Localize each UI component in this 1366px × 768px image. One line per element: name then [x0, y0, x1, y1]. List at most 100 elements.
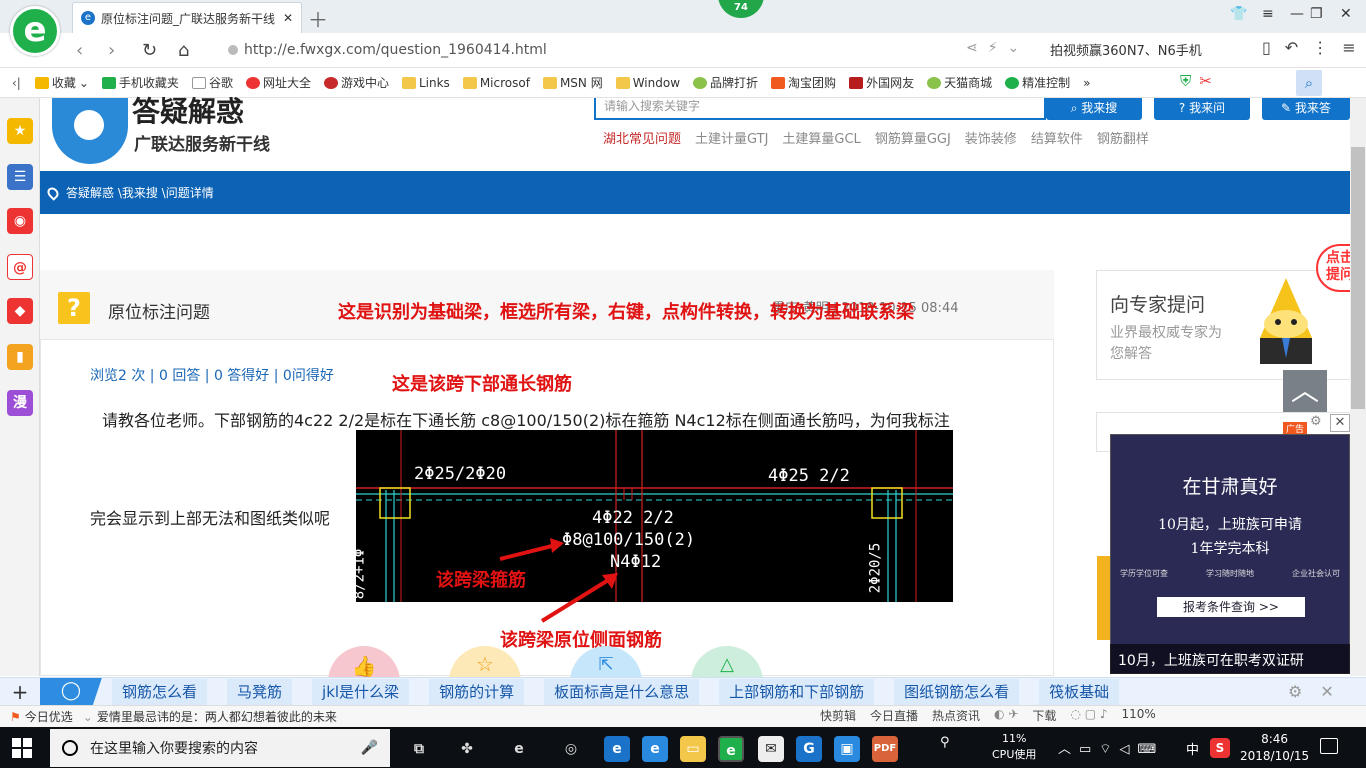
- hotbar-controls[interactable]: ⚙✕: [1288, 682, 1352, 701]
- close-window-icon[interactable]: ✕: [1340, 6, 1352, 22]
- game-controller-icon[interactable]: ◆: [7, 298, 33, 324]
- status-tool-icons-2[interactable]: ◌ ▢ ♪: [1070, 707, 1107, 724]
- collapse-sidebar-icon[interactable]: ‹|: [12, 76, 21, 90]
- forward-icon[interactable]: ›: [108, 40, 115, 61]
- mail-taskbar-icon[interactable]: ✉: [758, 736, 784, 762]
- clock[interactable]: 8:46 2018/10/15: [1240, 731, 1309, 765]
- news-link[interactable]: 热点资讯: [932, 707, 980, 724]
- today-picks[interactable]: ⚑ 今日优选: [10, 708, 73, 725]
- bookmarks-more[interactable]: »: [1083, 76, 1090, 90]
- search-button[interactable]: ⌕ 我来搜: [1046, 98, 1142, 120]
- hot-search-item[interactable]: 板面标高是什么意思: [544, 678, 700, 705]
- bookmark-item[interactable]: 谷歌: [191, 74, 233, 91]
- hot-search-item[interactable]: 钢筋的计算: [429, 678, 525, 705]
- hot-search-item[interactable]: 图纸钢筋怎么看: [894, 678, 1020, 705]
- bookmark-folder[interactable]: MSN 网: [542, 74, 603, 91]
- reload-icon[interactable]: ↻: [142, 40, 157, 61]
- file-explorer-icon[interactable]: ▭: [680, 736, 706, 762]
- hot-search-item[interactable]: 上部钢筋和下部钢筋: [719, 678, 875, 705]
- edge-icon[interactable]: e: [604, 736, 630, 762]
- microphone-icon[interactable]: 🎤: [361, 740, 378, 756]
- ad-close-icon[interactable]: ✕: [1330, 414, 1350, 432]
- comic-icon[interactable]: 漫: [7, 390, 33, 416]
- category-link[interactable]: 结算软件: [1031, 128, 1083, 147]
- tools-icon[interactable]: ▣: [834, 736, 860, 762]
- list-icon[interactable]: ☰: [7, 164, 33, 190]
- swirl-icon[interactable]: ◎: [558, 736, 584, 762]
- glodon-icon[interactable]: G: [796, 736, 822, 762]
- bookmark-item[interactable]: 网址大全: [245, 74, 311, 91]
- ime-indicator[interactable]: 中: [1186, 739, 1199, 758]
- url-input[interactable]: http://e.fwxgx.com/question_1960414.html: [228, 38, 968, 62]
- taskbar-search-input[interactable]: 在这里输入你要搜索的内容 🎤: [50, 729, 390, 767]
- home-icon[interactable]: ⌂: [178, 40, 189, 61]
- live-link[interactable]: 今日直播: [870, 707, 918, 724]
- antivirus-icon[interactable]: S: [1210, 738, 1230, 758]
- bookmark-folder[interactable]: Links: [401, 76, 450, 90]
- search-icon[interactable]: ⌕: [1296, 70, 1322, 96]
- task-view-icon[interactable]: ⧉: [406, 736, 432, 762]
- download-link[interactable]: 下载: [1032, 707, 1056, 724]
- breadcrumb-text[interactable]: 答疑解惑 \我来搜 \问题详情: [66, 184, 214, 201]
- bookmark-item[interactable]: 天猫商城: [927, 74, 992, 91]
- ad-settings-icon[interactable]: ⚙: [1310, 414, 1322, 429]
- address-bar-ad[interactable]: 拍视频赢360N7、N6手机: [1050, 40, 1202, 59]
- bookmark-tools[interactable]: ⛨✂: [1180, 72, 1220, 90]
- bookmark-item[interactable]: 外国网友: [849, 74, 914, 91]
- ad-cta-button[interactable]: 报考条件查询 >>: [1157, 597, 1305, 617]
- status-tool-icons[interactable]: ◐ ✈: [994, 707, 1018, 724]
- search-logo-icon[interactable]: ◯: [40, 677, 102, 706]
- bookmark-item[interactable]: 手机收藏夹: [101, 74, 179, 91]
- browser-logo-icon[interactable]: e: [10, 6, 60, 56]
- bookmark-folder[interactable]: Microsof: [462, 76, 530, 90]
- news-ticker[interactable]: ⌄ 爱情里最忌讳的是：两人都幻想着彼此的未来: [83, 708, 337, 725]
- bookmark-item[interactable]: 品牌打折: [693, 74, 758, 91]
- minimize-icon[interactable]: —: [1290, 6, 1304, 22]
- scrollbar-thumb[interactable]: [1351, 147, 1365, 409]
- site-search-input[interactable]: 请输入搜索关键字: [594, 98, 1046, 120]
- answer-button[interactable]: ✎ 我来答: [1262, 98, 1350, 120]
- browser-tab[interactable]: e 原位标注问题_广联达服务新干线 ✕: [72, 2, 302, 33]
- quick-edit-link[interactable]: 快剪辑: [820, 707, 856, 724]
- bookmark-item[interactable]: 淘宝团购: [771, 74, 836, 91]
- favorites-icon[interactable]: ★: [7, 118, 33, 144]
- category-link[interactable]: 土建算量GCL: [782, 128, 860, 147]
- category-link[interactable]: 装饰装修: [965, 128, 1017, 147]
- mail-icon[interactable]: @: [7, 254, 33, 280]
- new-tab-icon[interactable]: ＋: [308, 4, 328, 33]
- skin-icon[interactable]: 👕: [1230, 6, 1247, 22]
- category-link[interactable]: 钢筋翻样: [1097, 128, 1149, 147]
- ad-caption[interactable]: 10月，上班族可在职考双证研: [1110, 644, 1350, 674]
- hot-search-item[interactable]: 钢筋怎么看: [112, 678, 208, 705]
- start-windows-icon[interactable]: [12, 738, 32, 758]
- bookmark-folder[interactable]: Window: [615, 76, 680, 90]
- category-link[interactable]: 湖北常见问题: [603, 128, 681, 147]
- back-icon[interactable]: ‹: [76, 40, 83, 61]
- browser-taskbar-icon[interactable]: e: [718, 736, 744, 762]
- tab-close-icon[interactable]: ✕: [283, 11, 293, 25]
- menu-icon[interactable]: ≡: [1262, 6, 1274, 22]
- book-icon[interactable]: ▮: [7, 344, 33, 370]
- back-to-top-button[interactable]: ︿: [1283, 370, 1327, 412]
- hot-search-item[interactable]: jkl是什么梁: [312, 678, 410, 705]
- ask-button[interactable]: ? 我来问: [1154, 98, 1250, 120]
- notification-icon[interactable]: [1320, 738, 1338, 754]
- bookmark-item[interactable]: 精准控制: [1005, 74, 1070, 91]
- tray-icons[interactable]: ︿▭⌔◁⌨: [1058, 738, 1164, 757]
- hot-search-item[interactable]: 马凳筋: [227, 678, 293, 705]
- pdf-icon[interactable]: PDF: [872, 736, 898, 762]
- restore-icon[interactable]: ❐: [1310, 6, 1323, 22]
- ie-icon[interactable]: e: [506, 736, 532, 762]
- weibo-icon[interactable]: ◉: [7, 208, 33, 234]
- bookmark-item[interactable]: 游戏中心: [323, 74, 389, 91]
- internet-explorer-icon[interactable]: e: [642, 736, 668, 762]
- bookmark-item[interactable]: 收藏 ⌄: [34, 74, 89, 91]
- cpu-usage[interactable]: 11% CPU使用: [992, 731, 1036, 763]
- add-icon[interactable]: +: [0, 680, 40, 704]
- system-tray-icons[interactable]: ⚲: [940, 735, 959, 750]
- category-link[interactable]: 钢筋算量GGJ: [875, 128, 951, 147]
- url-actions[interactable]: ⋖⚡⌄: [966, 40, 1029, 56]
- fan-icon[interactable]: ✤: [454, 736, 480, 762]
- category-link[interactable]: 土建计量GTJ: [695, 128, 768, 147]
- hot-search-item[interactable]: 筏板基础: [1039, 678, 1120, 705]
